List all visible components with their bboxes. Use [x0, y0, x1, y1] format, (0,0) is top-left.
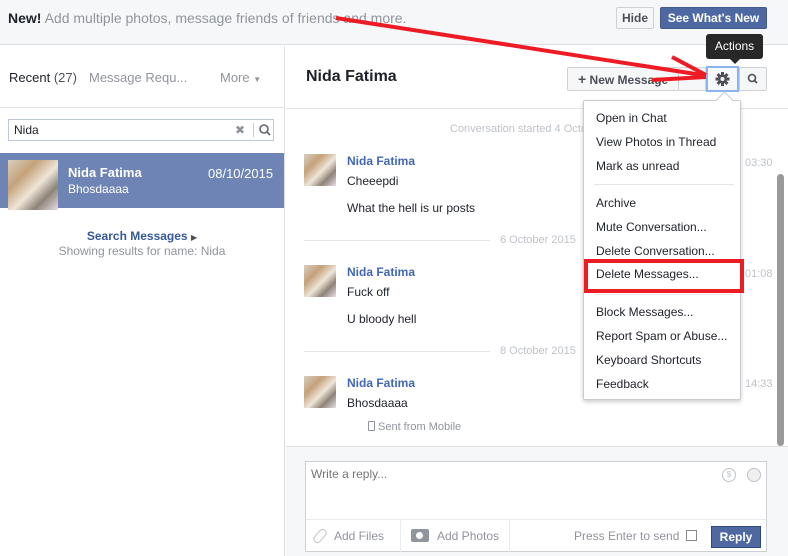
message-sender[interactable]: Nida Fatima — [347, 154, 415, 168]
add-files-button[interactable]: Add Files — [306, 520, 401, 553]
day-divider — [304, 240, 490, 241]
new-message-label: New Message — [589, 73, 669, 87]
camera-icon — [411, 529, 429, 542]
plus-icon: + — [578, 71, 587, 87]
menu-item-delete-conversation[interactable]: Delete Conversation... — [596, 244, 715, 258]
menu-item-view-photos[interactable]: View Photos in Thread — [596, 135, 716, 149]
menu-item-mark-unread[interactable]: Mark as unread — [596, 159, 679, 173]
see-whats-new-button[interactable]: See What's New — [660, 7, 767, 29]
message-sender[interactable]: Nida Fatima — [347, 265, 415, 279]
search-icon[interactable] — [257, 122, 273, 138]
conversation-date: 08/10/2015 — [208, 166, 274, 181]
message-text: U bloody hell — [347, 312, 417, 326]
caret-right-icon: ▶ — [190, 233, 198, 242]
menu-item-archive[interactable]: Archive — [596, 196, 636, 210]
avatar — [304, 154, 336, 186]
menu-divider — [594, 184, 734, 185]
reply-button[interactable]: Reply — [711, 526, 761, 548]
thread-scrollbar[interactable] — [777, 174, 784, 446]
day-label: 6 October 2015 — [500, 234, 576, 246]
search-divider — [253, 123, 254, 137]
add-photos-label: Add Photos — [437, 529, 500, 543]
reply-input[interactable] — [306, 462, 706, 517]
tab-recent[interactable]: Recent (27) — [9, 70, 77, 85]
search-messages-section: Search Messages ▶ Showing results for na… — [0, 229, 284, 258]
menu-divider — [594, 294, 734, 295]
menu-item-keyboard-shortcuts[interactable]: Keyboard Shortcuts — [596, 353, 701, 367]
day-divider — [304, 351, 490, 352]
toolbar-button[interactable] — [679, 67, 706, 91]
sidebar-header: Recent (27) Message Requ... More ▼ — [0, 46, 284, 108]
conversation-list-item[interactable]: Nida Fatima Bhosdaaaa 08/10/2015 — [0, 153, 284, 210]
message-time: 03:30 — [745, 157, 773, 169]
avatar — [8, 160, 58, 210]
emoji-icon[interactable] — [747, 468, 761, 482]
tab-recent-label: Recent — [9, 70, 51, 85]
conversation-name: Nida Fatima — [68, 165, 142, 180]
actions-menu: Open in Chat View Photos in Thread Mark … — [583, 100, 741, 400]
new-message-button[interactable]: + New Message — [567, 67, 679, 91]
menu-item-open-in-chat[interactable]: Open in Chat — [596, 111, 667, 125]
reply-composer: $ Add Files Add Photos Press Enter to se… — [305, 461, 767, 553]
message-time: 14:33 — [745, 378, 773, 390]
conversation-search: ✖ — [8, 119, 274, 141]
actions-tooltip: Actions — [706, 34, 763, 64]
search-results-note: Showing results for name: Nida — [58, 244, 226, 258]
add-photos-button[interactable]: Add Photos — [401, 520, 510, 553]
paperclip-icon — [311, 527, 329, 545]
clear-search-icon[interactable]: ✖ — [235, 123, 245, 137]
banner-message: New! Add multiple photos, message friend… — [8, 10, 406, 26]
thread-title: Nida Fatima — [306, 68, 397, 85]
sent-from-mobile: Sent from Mobile — [368, 421, 461, 433]
menu-item-block[interactable]: Block Messages... — [596, 305, 693, 319]
avatar — [304, 376, 336, 408]
search-messages-label: Search Messages — [86, 229, 188, 243]
press-enter-label: Press Enter to send — [574, 529, 680, 543]
message-text: Cheeepdi — [347, 174, 399, 188]
actions-button[interactable] — [706, 66, 739, 92]
conversation-started-label: Conversation started 4 Octo — [450, 123, 587, 135]
mobile-phone-icon — [368, 421, 375, 431]
gear-icon — [715, 72, 730, 86]
more-label: More — [220, 70, 250, 85]
annotation-highlight-box — [584, 259, 744, 293]
message-text: Fuck off — [347, 285, 390, 299]
menu-item-report-spam[interactable]: Report Spam or Abuse... — [596, 329, 727, 343]
add-files-label: Add Files — [334, 529, 385, 543]
new-features-banner: New! Add multiple photos, message friend… — [0, 0, 788, 45]
search-icon — [747, 73, 758, 84]
message-time: 01:08 — [745, 268, 773, 280]
search-thread-button[interactable] — [739, 67, 767, 91]
more-dropdown[interactable]: More ▼ — [220, 70, 261, 85]
chevron-down-icon: ▼ — [253, 75, 262, 84]
day-label: 8 October 2015 — [500, 345, 576, 357]
tab-message-requests[interactable]: Message Requ... — [89, 70, 187, 85]
sent-from-label: Sent from Mobile — [378, 421, 462, 433]
banner-text: Add multiple photos, message friends of … — [44, 10, 407, 26]
menu-item-mute[interactable]: Mute Conversation... — [596, 220, 707, 234]
avatar — [304, 265, 336, 297]
conversation-sidebar: Recent (27) Message Requ... More ▼ ✖ Nid… — [0, 46, 285, 556]
payment-icon[interactable]: $ — [722, 468, 736, 482]
menu-item-feedback[interactable]: Feedback — [596, 377, 649, 391]
search-messages-link[interactable]: Search Messages ▶ — [0, 229, 284, 243]
search-input[interactable] — [9, 120, 229, 140]
recent-count: (27) — [53, 70, 77, 85]
composer-toolbar: Add Files Add Photos Press Enter to send… — [306, 519, 766, 553]
message-text: Bhosdaaaa — [347, 396, 408, 410]
banner-new-label: New! — [8, 10, 42, 26]
message-sender[interactable]: Nida Fatima — [347, 376, 415, 390]
message-text: What the hell is ur posts — [347, 201, 476, 215]
hide-button[interactable]: Hide — [616, 7, 654, 29]
press-enter-checkbox[interactable] — [686, 530, 697, 541]
conversation-snippet: Bhosdaaaa — [68, 182, 129, 196]
